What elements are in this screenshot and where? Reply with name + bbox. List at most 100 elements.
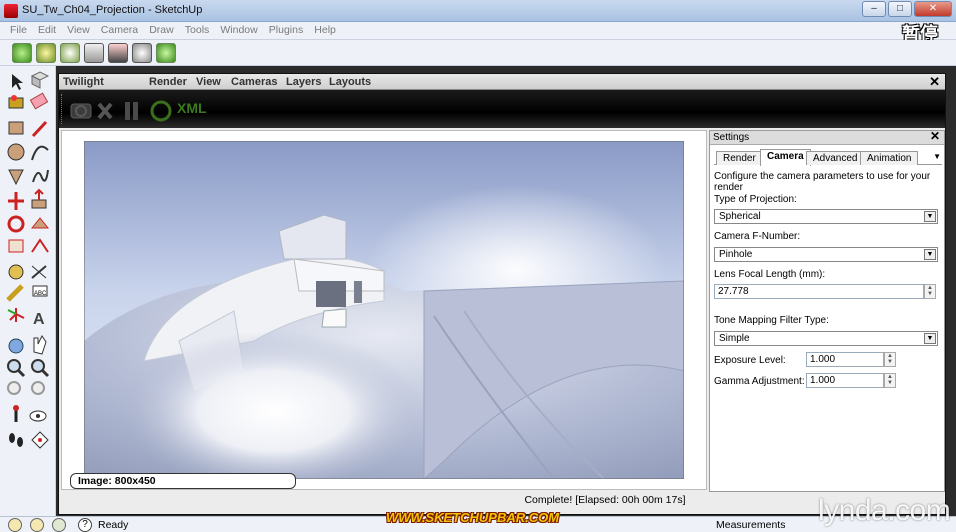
measurements-label: Measurements bbox=[716, 519, 786, 531]
position-camera-icon[interactable] bbox=[13, 405, 19, 422]
maximize-button[interactable]: □ bbox=[888, 1, 912, 17]
previous-view-icon[interactable] bbox=[7, 381, 21, 395]
tool-icons: ABC A bbox=[6, 71, 50, 449]
circle-tool-icon[interactable] bbox=[7, 143, 25, 161]
gamma-spinner[interactable]: ▲ ▼ bbox=[884, 373, 896, 388]
menu-draw[interactable]: Draw bbox=[145, 22, 178, 38]
text-tool-icon[interactable]: ABC bbox=[32, 285, 48, 297]
paint-bucket-icon[interactable] bbox=[8, 95, 24, 109]
pan-tool-icon[interactable] bbox=[33, 335, 47, 355]
menu-help[interactable]: Help bbox=[310, 22, 340, 38]
exposure-input[interactable]: 1.000 bbox=[806, 352, 884, 367]
settings-panel: Settings ✕ Render Camera Advanced Animat… bbox=[709, 130, 945, 492]
svg-text:ABC: ABC bbox=[34, 291, 47, 297]
walk-tool-icon[interactable] bbox=[9, 433, 23, 447]
gamma-label: Gamma Adjustment: bbox=[714, 376, 805, 387]
axes-tool-icon[interactable] bbox=[7, 308, 25, 322]
tab-render[interactable]: Render bbox=[716, 151, 763, 165]
sketchup-app-icon bbox=[4, 4, 18, 18]
magic-wand-icon[interactable] bbox=[108, 43, 128, 63]
sun-icon[interactable] bbox=[36, 43, 56, 63]
zoom-window-icon[interactable] bbox=[31, 359, 50, 378]
chevron-down-icon[interactable]: ▼ bbox=[924, 211, 936, 222]
menu-window[interactable]: Window bbox=[216, 22, 261, 38]
fnumber-select[interactable]: Pinhole ▼ bbox=[714, 247, 938, 262]
protractor-icon[interactable] bbox=[6, 284, 24, 302]
tape-measure-icon[interactable] bbox=[8, 264, 24, 280]
tw-menu-layers[interactable]: Layers bbox=[286, 76, 321, 88]
tw-menu-render[interactable]: Render bbox=[149, 76, 187, 88]
twilight-close-button[interactable]: ✕ bbox=[929, 74, 940, 90]
twilight-render-toolbar: XML bbox=[59, 90, 945, 128]
select-tool-icon[interactable] bbox=[12, 74, 23, 90]
pause-render-icon[interactable] bbox=[125, 102, 138, 120]
menu-file[interactable]: File bbox=[6, 22, 31, 38]
focal-length-input[interactable]: 27.778 bbox=[714, 284, 924, 299]
user-icon[interactable] bbox=[52, 518, 66, 532]
tab-animation[interactable]: Animation bbox=[860, 151, 919, 165]
freehand-tool-icon[interactable] bbox=[32, 169, 49, 183]
render-status-text: Complete! [Elapsed: 00h 00m 17s] bbox=[524, 494, 686, 506]
power-icon[interactable] bbox=[12, 43, 32, 63]
settings-close-button[interactable]: ✕ bbox=[930, 130, 940, 143]
rectangle-tool-icon[interactable] bbox=[8, 121, 24, 135]
pushpull-tool-icon[interactable] bbox=[31, 188, 47, 209]
component-tool-icon[interactable] bbox=[30, 71, 50, 89]
focal-length-spinner[interactable]: ▲ ▼ bbox=[924, 284, 936, 299]
orbit-tool-icon[interactable] bbox=[8, 338, 24, 354]
download-icon[interactable] bbox=[156, 43, 176, 63]
camera-icon[interactable] bbox=[84, 43, 104, 63]
twilight-toolbar bbox=[0, 40, 956, 66]
focal-length-label: Lens Focal Length (mm): bbox=[714, 269, 826, 280]
cursor-star-icon[interactable] bbox=[60, 43, 80, 63]
exposure-spinner[interactable]: ▲ ▼ bbox=[884, 352, 896, 367]
gear-icon[interactable] bbox=[132, 43, 152, 63]
menu-tools[interactable]: Tools bbox=[181, 22, 214, 38]
look-around-icon[interactable] bbox=[29, 410, 47, 422]
cancel-render-icon[interactable] bbox=[97, 102, 113, 120]
menu-view[interactable]: View bbox=[63, 22, 94, 38]
scale-tool-icon[interactable] bbox=[8, 239, 24, 253]
tab-camera[interactable]: Camera bbox=[760, 149, 811, 166]
eraser-icon[interactable] bbox=[29, 92, 49, 110]
chevron-down-icon[interactable]: ▼ bbox=[924, 249, 936, 260]
rotate-tool-icon[interactable] bbox=[7, 215, 25, 233]
twilight-render-window: Twilight Render View Cameras Layers Layo… bbox=[58, 73, 946, 515]
3d-text-icon[interactable]: A bbox=[33, 311, 45, 328]
pencil-tool-icon[interactable] bbox=[31, 120, 48, 138]
status-ready-text: Ready bbox=[98, 519, 129, 531]
geo-location-icon[interactable] bbox=[8, 518, 22, 532]
render-camera-icon[interactable] bbox=[70, 103, 92, 119]
settings-header: Settings ✕ bbox=[710, 130, 944, 145]
section-plane-icon[interactable] bbox=[31, 431, 49, 449]
gamma-input[interactable]: 1.000 bbox=[806, 373, 884, 388]
xml-export-button[interactable]: XML bbox=[177, 100, 207, 116]
menu-camera[interactable]: Camera bbox=[97, 22, 142, 38]
tone-mapping-select[interactable]: Simple ▼ bbox=[714, 331, 938, 346]
tw-menu-cameras[interactable]: Cameras bbox=[231, 76, 277, 88]
help-icon[interactable]: ? bbox=[78, 518, 92, 532]
offset-tool-icon[interactable] bbox=[31, 238, 49, 253]
chevron-down-icon[interactable]: ▼ bbox=[924, 333, 936, 344]
tw-menu-layouts[interactable]: Layouts bbox=[329, 76, 371, 88]
menu-plugins[interactable]: Plugins bbox=[265, 22, 307, 38]
dimension-tool-icon[interactable] bbox=[31, 265, 47, 279]
zoom-tool-icon[interactable] bbox=[7, 359, 26, 378]
close-button[interactable]: ✕ bbox=[914, 1, 952, 17]
render-image bbox=[84, 141, 684, 479]
move-tool-icon[interactable] bbox=[8, 192, 24, 210]
polygon-tool-icon[interactable] bbox=[8, 169, 24, 186]
tabs-dropdown-icon[interactable]: ▼ bbox=[933, 152, 941, 161]
site-watermark: WWW.SKETCHUPBAR.COM bbox=[386, 510, 560, 525]
projection-select[interactable]: Spherical ▼ bbox=[714, 209, 938, 224]
tw-menu-view[interactable]: View bbox=[196, 76, 221, 88]
arc-tool-icon[interactable] bbox=[31, 145, 49, 161]
tab-advanced[interactable]: Advanced bbox=[806, 151, 865, 165]
minimize-button[interactable]: ‒ bbox=[862, 1, 886, 17]
next-view-icon[interactable] bbox=[31, 381, 45, 395]
ok-render-icon[interactable] bbox=[150, 100, 172, 122]
followme-tool-icon[interactable] bbox=[30, 217, 50, 229]
lynda-watermark: lynda.com bbox=[818, 494, 951, 527]
credits-icon[interactable] bbox=[30, 518, 44, 532]
menu-edit[interactable]: Edit bbox=[34, 22, 60, 38]
